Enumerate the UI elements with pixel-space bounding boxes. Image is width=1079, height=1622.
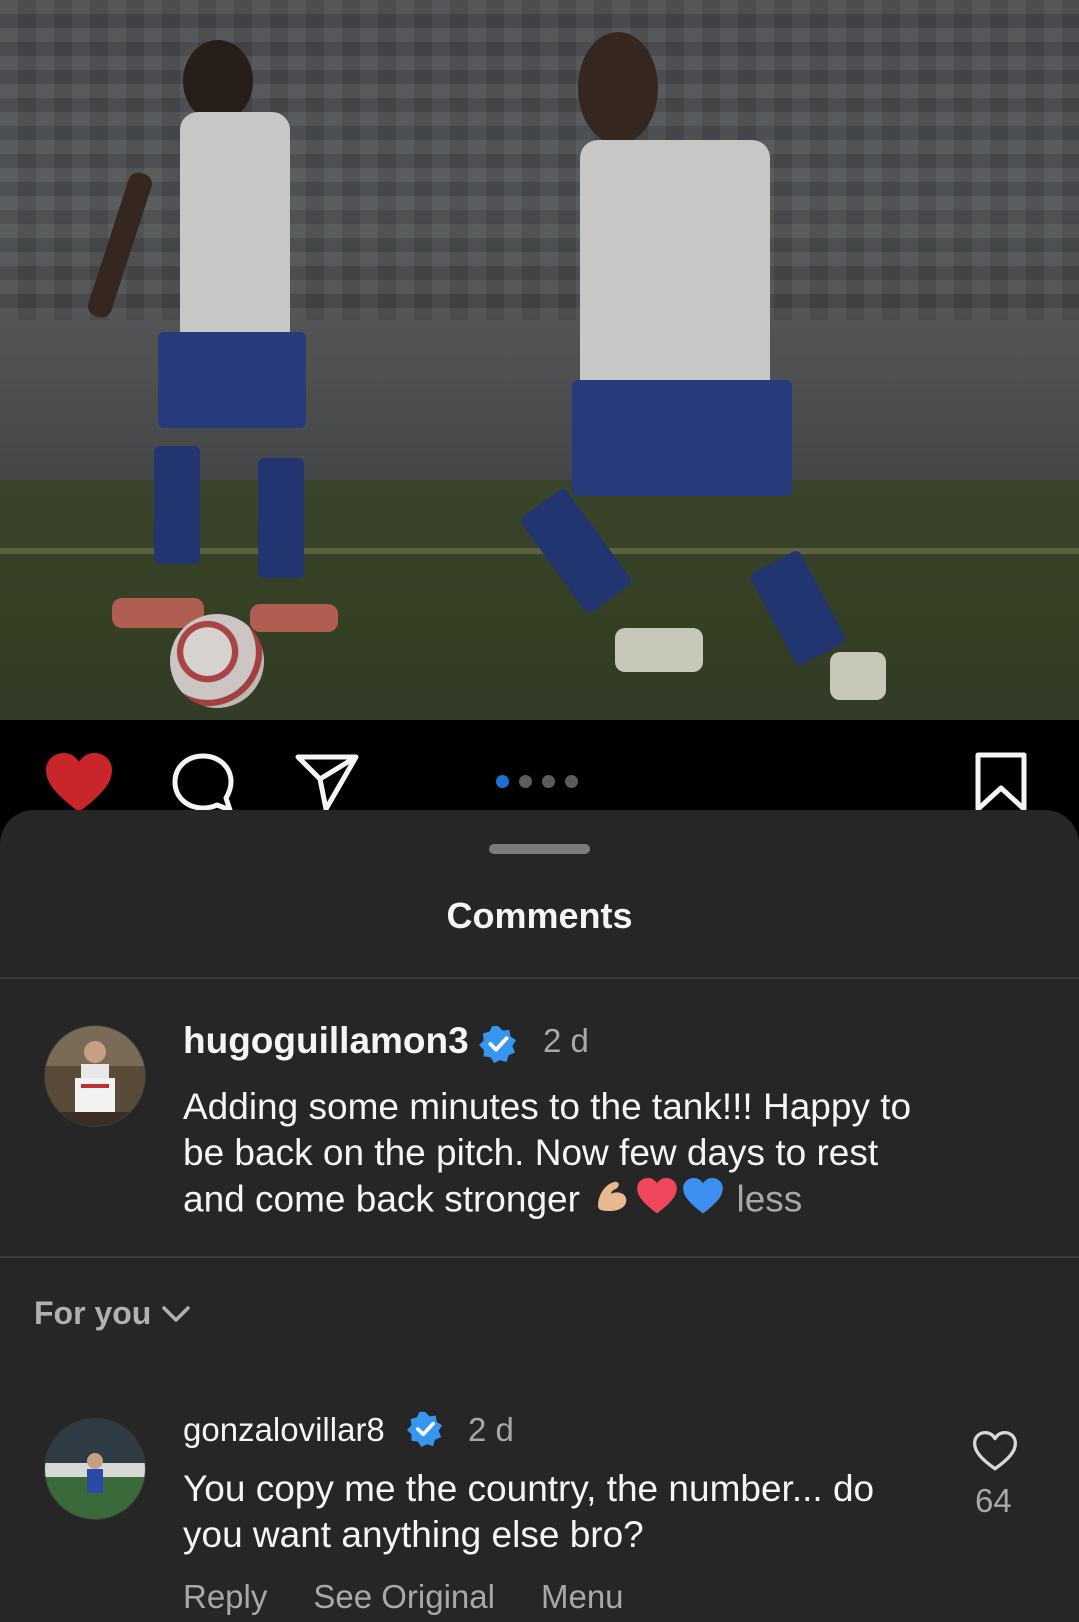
divider (0, 977, 1079, 979)
avatar-image (45, 1026, 145, 1126)
post-action-bar (0, 720, 1079, 810)
comment-username[interactable]: gonzalovillar8 (183, 1411, 385, 1449)
verified-badge-icon (407, 1411, 443, 1447)
caption-username[interactable]: hugoguillamon3 (183, 1020, 469, 1062)
flexed-biceps-icon (592, 1176, 632, 1227)
comment-like-count: 64 (975, 1482, 1012, 1519)
caption-avatar[interactable] (44, 1025, 146, 1127)
paper-plane-icon[interactable] (295, 752, 359, 812)
carousel-dot-active (496, 775, 509, 788)
chevron-down-icon (162, 1305, 191, 1322)
post-photo[interactable] (0, 0, 1079, 720)
sheet-title: Comments (446, 895, 633, 936)
caption-time: 2 d (543, 1022, 589, 1059)
sheet-drag-handle[interactable] (489, 844, 590, 854)
red-heart-icon (636, 1177, 678, 1226)
comment-actions: Reply See Original Menu (183, 1578, 624, 1616)
avatar-image (45, 1419, 145, 1519)
comment-avatar[interactable] (44, 1418, 146, 1520)
comment-bubble-icon[interactable] (170, 752, 236, 814)
verified-badge-icon (479, 1025, 517, 1063)
carousel-dot (565, 775, 578, 788)
reply-button[interactable]: Reply (183, 1578, 267, 1616)
divider (0, 1256, 1079, 1258)
comment-like-heart-icon[interactable] (972, 1430, 1018, 1472)
caption-text: Adding some minutes to the tank!!! Happy… (183, 1084, 943, 1227)
filter-label: For you (34, 1295, 152, 1331)
carousel-indicator (496, 775, 578, 789)
carousel-dot (519, 775, 532, 788)
less-link[interactable]: less (737, 1178, 803, 1219)
comment-filter-dropdown[interactable]: For you (34, 1295, 191, 1332)
menu-button[interactable]: Menu (541, 1578, 624, 1616)
blue-heart-icon (682, 1177, 724, 1226)
see-original-button[interactable]: See Original (313, 1578, 495, 1616)
bookmark-icon[interactable] (974, 752, 1028, 812)
comment-text: You copy me the country, the number... d… (183, 1468, 875, 1555)
heart-filled-icon[interactable] (44, 752, 114, 814)
comment-time: 2 d (468, 1411, 514, 1448)
photo-dim-overlay (0, 0, 1079, 720)
carousel-dot (542, 775, 555, 788)
